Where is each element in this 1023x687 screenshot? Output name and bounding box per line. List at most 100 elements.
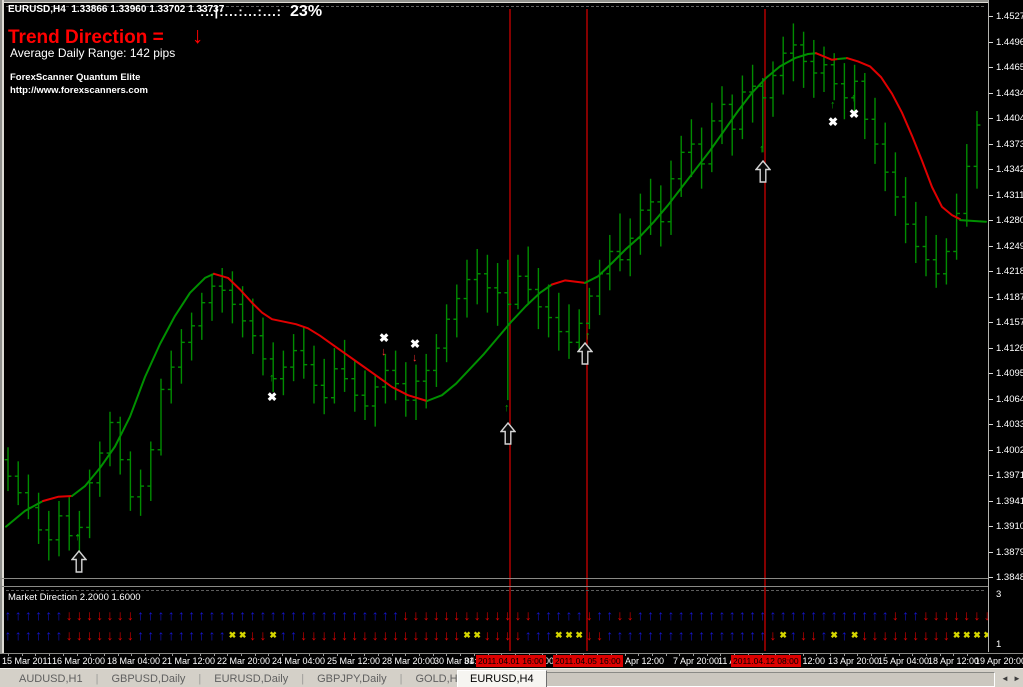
price-axis-label: 1.42185	[996, 266, 1023, 277]
price-axis-tick	[989, 220, 993, 221]
close-signal-x-mark: ✖	[849, 107, 860, 121]
price-axis-tick	[989, 271, 993, 272]
price-axis-label: 1.38480	[996, 572, 1023, 583]
window-frame-top-highlight	[0, 2, 1023, 3]
time-axis-label: 21 Mar 12:00	[162, 656, 216, 666]
price-axis-label: 1.39100	[996, 521, 1023, 532]
fractal-up-arrow: ↑	[269, 372, 275, 384]
price-axis-tick	[989, 475, 993, 476]
price-axis-tick	[989, 194, 993, 196]
indicator-url-label: http://www.forexscanners.com	[10, 85, 148, 96]
price-axis-tick	[989, 67, 993, 68]
buy-signal-arrow	[70, 549, 88, 578]
chart-tab-gbpusd-daily[interactable]: GBPUSD,Daily	[98, 670, 198, 687]
chart-tab-eurusd-daily[interactable]: EURUSD,Daily	[201, 670, 301, 687]
close-signal-x-mark: ✖	[828, 115, 839, 129]
time-axis-label: 15 Mar 2011	[2, 656, 52, 666]
price-axis-tick	[989, 347, 993, 349]
gauge-ticks: :..|:...:...:...:	[200, 4, 283, 19]
trend-direction-text: Trend Direction =	[8, 27, 164, 48]
time-axis-label: 25 Mar 12:00	[327, 656, 381, 666]
price-axis-tick	[989, 16, 993, 17]
price-axis-tick	[989, 92, 993, 94]
subwindow-indicator-label: Market Direction 2.2000 1.6000	[8, 592, 141, 603]
window-frame-left-highlight	[2, 0, 4, 668]
mt4-terminal-window: EURUSD,H4 1.33866 1.33960 1.33702 1.3373…	[0, 0, 1023, 687]
chart-tab-gbpjpy-daily[interactable]: GBPJPY,Daily	[304, 670, 400, 687]
price-axis-tick	[989, 424, 993, 425]
price-axis-tick	[989, 169, 993, 170]
close-signal-x-mark: ✖	[379, 331, 390, 345]
time-axis-label: 13 Apr 20:00	[828, 656, 880, 666]
subwindow-scale-top: 3	[996, 589, 1002, 600]
price-axis-tick	[989, 41, 993, 43]
event-vline-time-label: 2011.04.05 16:00	[553, 655, 623, 667]
subwindow-dashed-border	[6, 590, 984, 591]
close-signal-x-mark: ✖	[267, 390, 278, 404]
ma-line-down-segment	[846, 57, 961, 221]
main-subwindow-separator	[0, 578, 988, 579]
time-axis-label: 28 Mar 20:00	[382, 656, 436, 666]
chart-tab-bar: AUDUSD,H1 | GBPUSD,Daily | EURUSD,Daily | GBPJ…	[0, 668, 1023, 687]
time-axis[interactable]: 15 Mar 2011 16 Mar 20:00 18 Mar 04:00 21 Ma…	[0, 653, 1023, 669]
price-axis-label: 1.44655	[996, 62, 1023, 73]
price-axis-tick	[989, 526, 993, 527]
ma-line-up-segment	[426, 283, 553, 402]
price-axis-label: 1.42805	[996, 215, 1023, 226]
tabbar-scroll-track[interactable]	[531, 672, 995, 687]
price-chart-canvas[interactable]	[0, 0, 988, 653]
average-daily-range-label: Average Daily Range: 142 pips	[10, 46, 176, 60]
ma-line-up-segment	[959, 219, 987, 223]
price-axis-label: 1.45270	[996, 11, 1023, 22]
ohlc-readout: EURUSD,H4 1.33866 1.33960 1.33702 1.3373…	[8, 4, 225, 15]
price-axis-label: 1.40335	[996, 419, 1023, 430]
price-axis-tick	[989, 500, 993, 502]
ma-line-up-segment	[5, 500, 44, 528]
tab-scroll-left-icon[interactable]: ◄	[1001, 673, 1009, 684]
buy-signal-arrow	[754, 159, 772, 188]
price-axis-label: 1.40025	[996, 444, 1023, 456]
price-axis-label: 1.40950	[996, 368, 1023, 379]
price-axis-label: 1.41260	[996, 342, 1023, 354]
subwindow-scale-bottom: 1	[996, 639, 1002, 650]
price-axis-label: 1.42495	[996, 240, 1023, 252]
event-vline-time-label: 2011.04.12 08:00	[731, 655, 801, 667]
buy-signal-arrow	[576, 341, 594, 370]
buy-signal-arrow	[499, 421, 517, 450]
price-axis-label: 1.41875	[996, 291, 1023, 303]
price-axis-label: 1.39410	[996, 495, 1023, 507]
price-axis-tick	[989, 245, 993, 247]
close-signal-x-mark: ✖	[410, 337, 421, 351]
fractal-up-arrow: ↑	[830, 99, 836, 111]
price-axis-tick	[989, 373, 993, 374]
price-axis-label: 1.43110	[996, 189, 1023, 201]
time-axis-label: 16 Mar 20:00	[52, 656, 106, 666]
ma-line-up-segment	[837, 57, 848, 60]
price-axis-label: 1.44965	[996, 36, 1023, 48]
time-axis-label: 15 Apr 04:00	[878, 656, 930, 666]
price-axis-tick	[989, 322, 993, 323]
time-axis-label: 18 Apr 12:00	[928, 656, 980, 666]
time-axis-label: 18 Mar 04:00	[107, 656, 161, 666]
price-axis-label: 1.43730	[996, 138, 1023, 150]
chart-tab-audusd-h1[interactable]: AUDUSD,H1	[6, 670, 96, 687]
price-axis-label: 1.38790	[996, 546, 1023, 558]
price-axis-label: 1.43420	[996, 164, 1023, 175]
time-axis-label: 22 Mar 20:00	[217, 656, 271, 666]
subwindow-top-border[interactable]	[0, 586, 988, 587]
ma-line-down-segment	[42, 495, 73, 502]
ma-line-up-segment	[71, 272, 215, 497]
price-axis[interactable]: 3 1 1.45270 1.44965 1.44655 1.44345 1.44040 1…	[988, 0, 1023, 652]
tab-scroll-right-icon[interactable]: ►	[1013, 673, 1021, 684]
price-axis-label: 1.39715	[996, 470, 1023, 481]
time-axis-label: 24 Mar 04:00	[272, 656, 326, 666]
price-axis-tick	[989, 449, 993, 451]
chart-tab-active-eurusd-h4[interactable]: EURUSD,H4	[457, 670, 547, 687]
price-axis-label: 1.40645	[996, 393, 1023, 405]
price-axis-tick	[989, 551, 993, 553]
fractal-down-arrow: ↓	[381, 346, 387, 358]
price-axis-tick	[989, 296, 993, 298]
ma-line-down-segment	[551, 279, 586, 286]
fractal-up-arrow: ↑	[504, 402, 510, 414]
price-axis-tick	[989, 577, 993, 578]
